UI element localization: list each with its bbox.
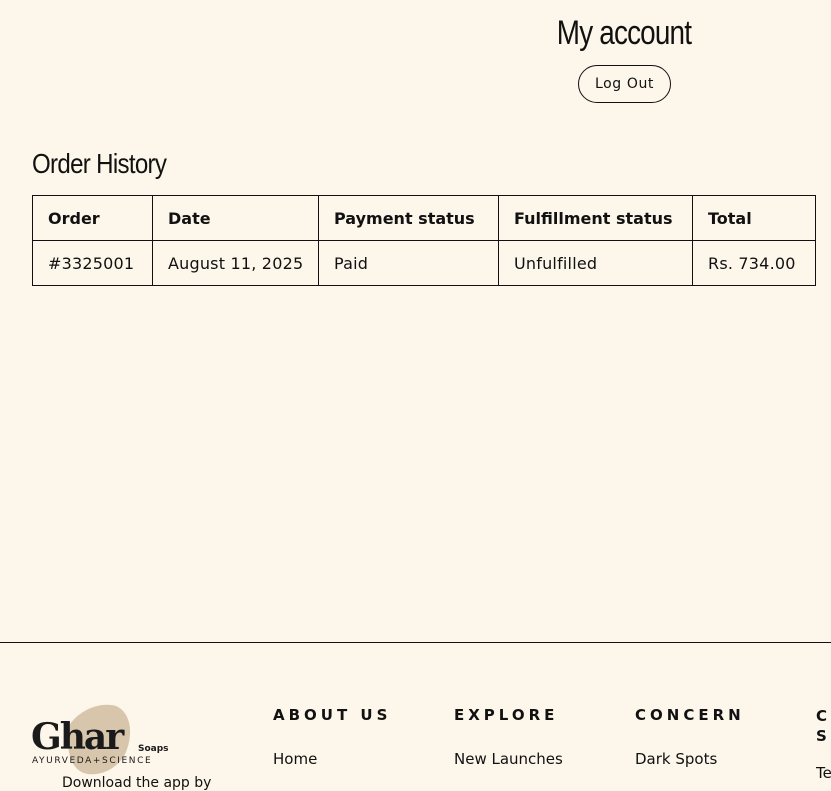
logo-tagline-text: AYURVEDA+SCIENCE [32,756,152,766]
column-header-total: Total [692,195,816,241]
download-app-text: Download the app by [62,775,212,791]
order-date-cell: August 11, 2025 [152,240,319,286]
footer-heading-partial-line1: CU [816,707,831,725]
footer-heading-about-us: ABOUT US [273,706,392,724]
payment-status-cell: Paid [318,240,499,286]
order-number-cell[interactable]: #3325001 [32,240,153,286]
logo-sub-text: Soaps [138,744,169,754]
fulfillment-status-cell: Unfulfilled [498,240,693,286]
column-header-payment-status: Payment status [318,195,499,241]
footer-column-about-us: ABOUT US Home [273,706,391,768]
table-row: #3325001 August 11, 2025 Paid Unfulfille… [32,240,816,286]
footer-link-new-launches[interactable]: New Launches [454,750,563,768]
footer-link-home[interactable]: Home [273,750,391,768]
column-header-order: Order [32,195,153,241]
footer-heading-partial-line2: SI [816,727,831,745]
logo-brand-text: Ghar [31,716,125,758]
footer-link-partial[interactable]: Te [816,764,831,782]
ghar-soaps-logo[interactable]: Ghar Soaps AYURVEDA+SCIENCE [30,702,170,778]
footer-divider [0,642,831,643]
footer-column-partial: CU SI Te [816,706,831,782]
column-header-fulfillment-status: Fulfillment status [498,195,693,241]
footer-heading-concern: CONCERN [635,706,745,724]
footer-column-explore: EXPLORE New Launches [454,706,563,768]
footer-column-concern: CONCERN Dark Spots [635,706,745,768]
table-header-row: Order Date Payment status Fulfillment st… [32,195,816,241]
footer-heading-explore: EXPLORE [454,706,559,724]
order-total-cell: Rs. 734.00 [692,240,816,286]
logout-button[interactable]: Log Out [578,65,671,103]
page-title: My account [556,14,692,52]
order-history-table: Order Date Payment status Fulfillment st… [32,195,816,286]
footer-link-dark-spots[interactable]: Dark Spots [635,750,745,768]
column-header-date: Date [152,195,319,241]
order-history-title: Order History [32,148,167,179]
